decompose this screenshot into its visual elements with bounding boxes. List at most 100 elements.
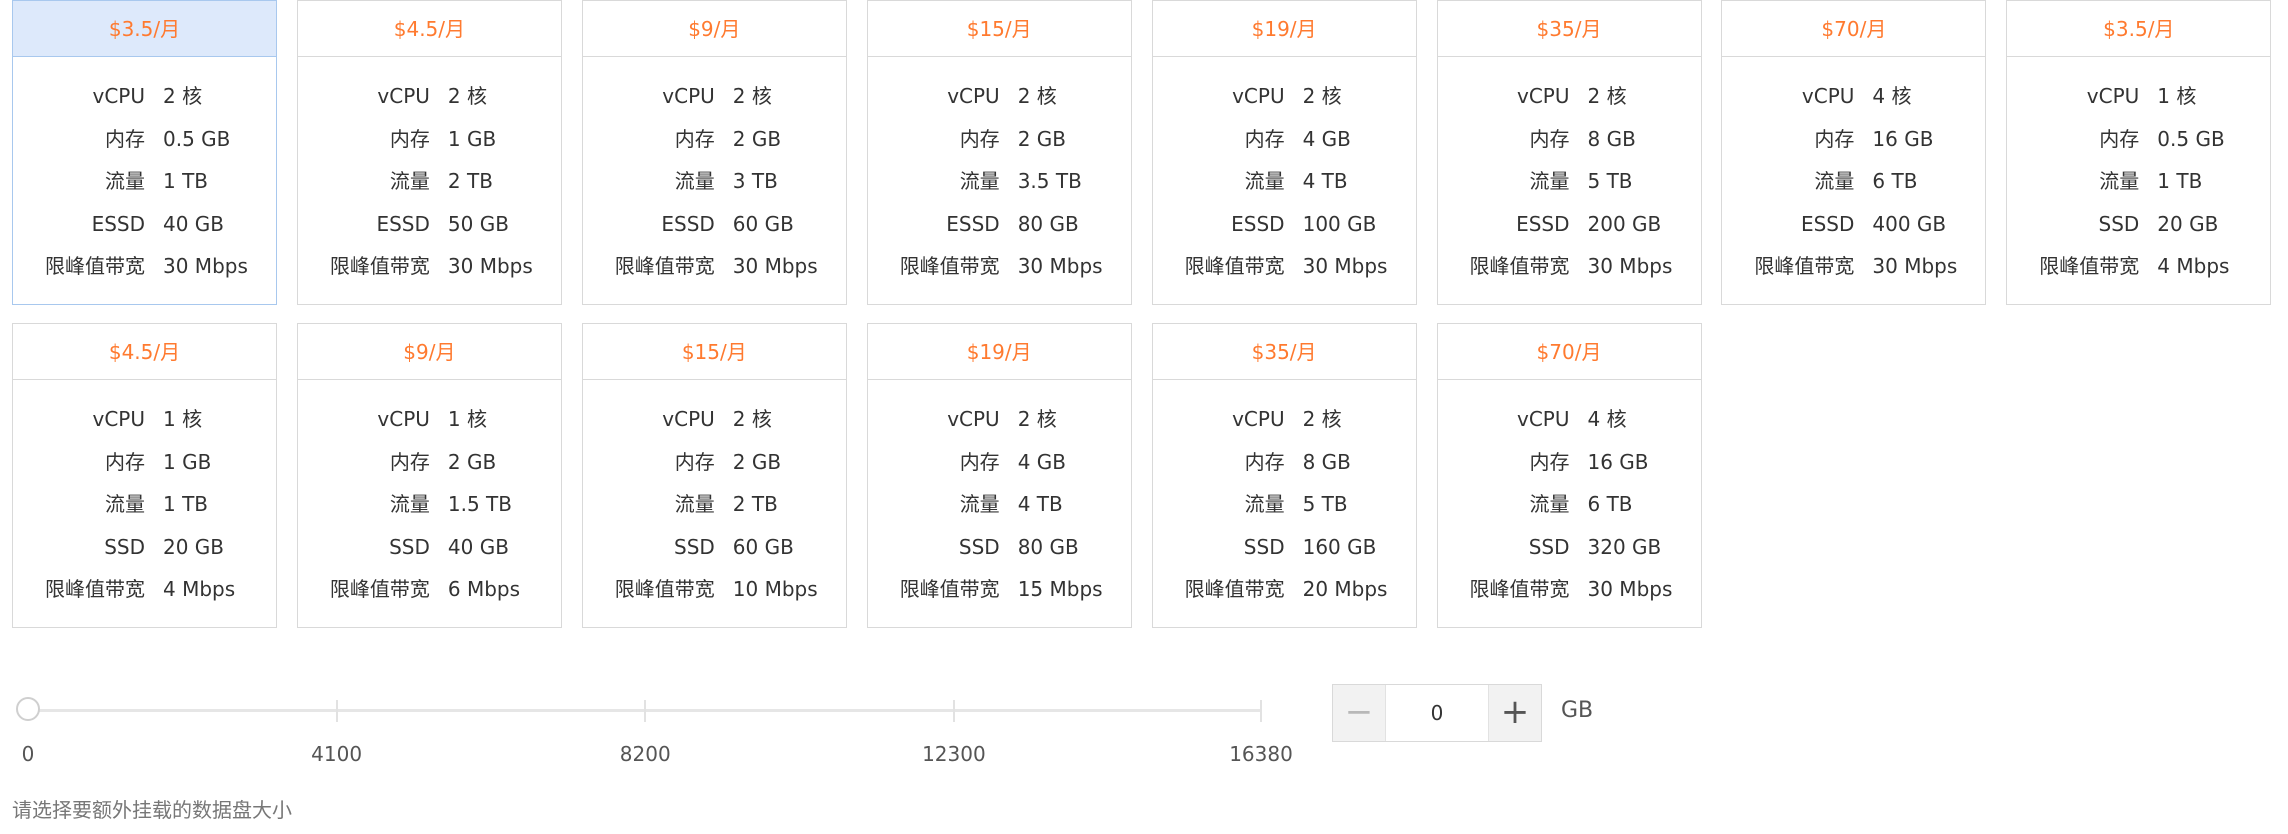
plan-card[interactable]: $3.5/月 vCPU 2 核 内存 0.5 GB 流量 1 TB ESSD 40 GB… <box>12 0 277 305</box>
spec-row: 流量 1 TB <box>13 483 276 526</box>
spec-row: SSD 80 GB <box>868 526 1131 569</box>
spec-label: SSD <box>104 534 145 559</box>
spec-value: 30 Mbps <box>1587 577 1673 601</box>
spec-value: 2 核 <box>732 407 772 431</box>
plan-price: $70/月 <box>1437 324 1701 380</box>
spec-row: 流量 6 TB <box>1722 160 1985 203</box>
spec-row: 限峰值带宽 30 Mbps <box>1438 568 1701 611</box>
plan-card[interactable]: $19/月 vCPU 2 核 内存 4 GB 流量 4 TB SSD 80 GB 限峰值… <box>866 323 1132 628</box>
spec-value: 2 核 <box>1302 407 1342 431</box>
spec-value: 1 TB <box>163 492 209 516</box>
spec-row: ESSD 60 GB <box>583 203 846 246</box>
spec-value: 16 GB <box>1872 126 1934 151</box>
plan-specs: vCPU 4 核 内存 16 GB 流量 6 TB ESSD 400 GB 限峰值带宽 3… <box>1722 75 1985 288</box>
spec-row: 限峰值带宽 30 Mbps <box>583 245 846 288</box>
spec-value: 320 GB <box>1587 534 1662 559</box>
spec-label: 内存 <box>389 126 430 151</box>
spec-row: 流量 3.5 TB <box>868 160 1131 203</box>
plan-card[interactable]: $9/月 vCPU 2 核 内存 2 GB 流量 3 TB ESSD 60 GB 限峰值… <box>581 0 847 305</box>
spec-label: 内存 <box>959 449 1000 474</box>
spec-row: vCPU 1 核 <box>13 398 276 441</box>
spec-label: ESSD <box>91 211 145 236</box>
plan-specs: vCPU 4 核 内存 16 GB 流量 6 TB SSD 320 GB 限峰值带宽 30… <box>1438 398 1701 611</box>
spec-value: 2 核 <box>1017 84 1057 108</box>
spec-label: 流量 <box>674 169 715 193</box>
spec-row: 流量 1.5 TB <box>298 483 561 526</box>
plan-specs: vCPU 2 核 内存 2 GB 流量 2 TB SSD 60 GB 限峰值带宽 10 M… <box>583 398 846 611</box>
spec-value: 30 Mbps <box>1587 254 1673 278</box>
spec-row: 流量 2 TB <box>583 483 846 526</box>
plan-card[interactable]: $4.5/月 vCPU 2 核 内存 1 GB 流量 2 TB ESSD 50 GB 限… <box>296 0 562 305</box>
plan-price: $9/月 <box>297 324 561 380</box>
spec-row: vCPU 1 核 <box>2007 75 2270 118</box>
spec-value: 60 GB <box>732 534 794 559</box>
plan-card[interactable]: $70/月 vCPU 4 核 内存 16 GB 流量 6 TB ESSD 400 GB … <box>1721 0 1987 305</box>
spec-label: 流量 <box>389 492 430 516</box>
plan-card[interactable]: $9/月 vCPU 1 核 内存 2 GB 流量 1.5 TB SSD 40 GB 限峰… <box>296 323 562 628</box>
plan-price: $35/月 <box>1152 324 1416 380</box>
spec-label: 限峰值带宽 <box>899 254 1000 278</box>
spec-row: vCPU 2 核 <box>868 398 1131 441</box>
plan-card[interactable]: $19/月 vCPU 2 核 内存 4 GB 流量 4 TB ESSD 100 GB 限… <box>1151 0 1417 305</box>
spec-label: 限峰值带宽 <box>2039 254 2140 278</box>
spec-value: 15 Mbps <box>1017 577 1103 601</box>
plan-card[interactable]: $3.5/月 vCPU 1 核 内存 0.5 GB 流量 1 TB SSD 20 GB … <box>2006 0 2272 305</box>
spec-value: 2 核 <box>732 84 772 108</box>
plan-price: $19/月 <box>1152 1 1416 57</box>
spec-label: 限峰值带宽 <box>329 254 430 278</box>
spec-label: 限峰值带宽 <box>614 254 715 278</box>
data-disk-slider[interactable] <box>16 696 1262 736</box>
plan-card[interactable]: $70/月 vCPU 4 核 内存 16 GB 流量 6 TB SSD 320 GB 限… <box>1436 323 1702 628</box>
plan-card[interactable]: $35/月 vCPU 2 核 内存 8 GB 流量 5 TB SSD 160 GB 限峰… <box>1151 323 1417 628</box>
spec-value: 60 GB <box>732 211 794 236</box>
spec-value: 2 核 <box>1017 407 1057 431</box>
slider-label: 4100 <box>311 742 363 766</box>
spec-row: SSD 60 GB <box>583 526 846 569</box>
plan-card[interactable]: $15/月 vCPU 2 核 内存 2 GB 流量 3.5 TB ESSD 80 GB … <box>866 0 1132 305</box>
plan-card[interactable]: $35/月 vCPU 2 核 内存 8 GB 流量 5 TB ESSD 200 GB 限… <box>1436 0 1702 305</box>
spec-row: ESSD 100 GB <box>1153 203 1416 246</box>
plan-specs: vCPU 2 核 内存 4 GB 流量 4 TB SSD 80 GB 限峰值带宽 15 M… <box>868 398 1131 611</box>
spec-value: 200 GB <box>1587 211 1662 236</box>
spec-value: 2 GB <box>447 449 497 474</box>
spec-label: 内存 <box>1529 449 1570 474</box>
spec-value: 2 GB <box>1017 126 1066 151</box>
spec-label: SSD <box>674 534 715 559</box>
plan-specs: vCPU 2 核 内存 4 GB 流量 4 TB ESSD 100 GB 限峰值带宽 30… <box>1153 75 1416 288</box>
plan-price: $19/月 <box>867 324 1131 380</box>
spec-row: 限峰值带宽 30 Mbps <box>13 245 276 288</box>
spec-value: 2 GB <box>732 126 782 151</box>
spec-row: SSD 40 GB <box>298 526 561 569</box>
disk-size-input[interactable] <box>1386 685 1488 741</box>
plan-card[interactable]: $15/月 vCPU 2 核 内存 2 GB 流量 2 TB SSD 60 GB 限峰值… <box>581 323 847 628</box>
plan-specs: vCPU 2 核 内存 8 GB 流量 5 TB ESSD 200 GB 限峰值带宽 30… <box>1438 75 1701 288</box>
spec-value: 4 核 <box>1587 407 1627 431</box>
spec-value: 20 GB <box>2157 211 2219 236</box>
plan-specs: vCPU 2 核 内存 0.5 GB 流量 1 TB ESSD 40 GB 限峰值带宽 3… <box>13 75 276 288</box>
spec-row: 内存 2 GB <box>868 118 1131 161</box>
spec-row: 内存 0.5 GB <box>13 118 276 161</box>
spec-row: 内存 4 GB <box>868 441 1131 484</box>
spec-label: SSD <box>1243 534 1285 559</box>
spec-row: vCPU 2 核 <box>1153 398 1416 441</box>
plan-card[interactable]: $4.5/月 vCPU 1 核 内存 1 GB 流量 1 TB SSD 20 GB 限峰… <box>12 323 277 628</box>
spec-label: 限峰值带宽 <box>45 577 145 601</box>
spec-row: 限峰值带宽 10 Mbps <box>583 568 846 611</box>
spec-row: ESSD 80 GB <box>868 203 1131 246</box>
decrement-button[interactable]: − <box>1333 685 1386 741</box>
spec-label: 内存 <box>674 449 715 474</box>
spec-row: 限峰值带宽 4 Mbps <box>13 568 276 611</box>
spec-row: 流量 4 TB <box>868 483 1131 526</box>
spec-label: 内存 <box>2099 126 2140 151</box>
disk-size-stepper: − + <box>1332 684 1542 742</box>
spec-value: 1.5 TB <box>447 492 512 516</box>
spec-label: 流量 <box>674 492 715 516</box>
spec-row: vCPU 2 核 <box>868 75 1131 118</box>
spec-label: 流量 <box>105 169 145 193</box>
spec-row: 内存 8 GB <box>1153 441 1416 484</box>
spec-value: 1 核 <box>163 407 203 431</box>
spec-row: vCPU 2 核 <box>13 75 276 118</box>
slider-handle[interactable] <box>16 697 40 721</box>
spec-row: 内存 16 GB <box>1438 441 1701 484</box>
increment-button[interactable]: + <box>1488 685 1541 741</box>
